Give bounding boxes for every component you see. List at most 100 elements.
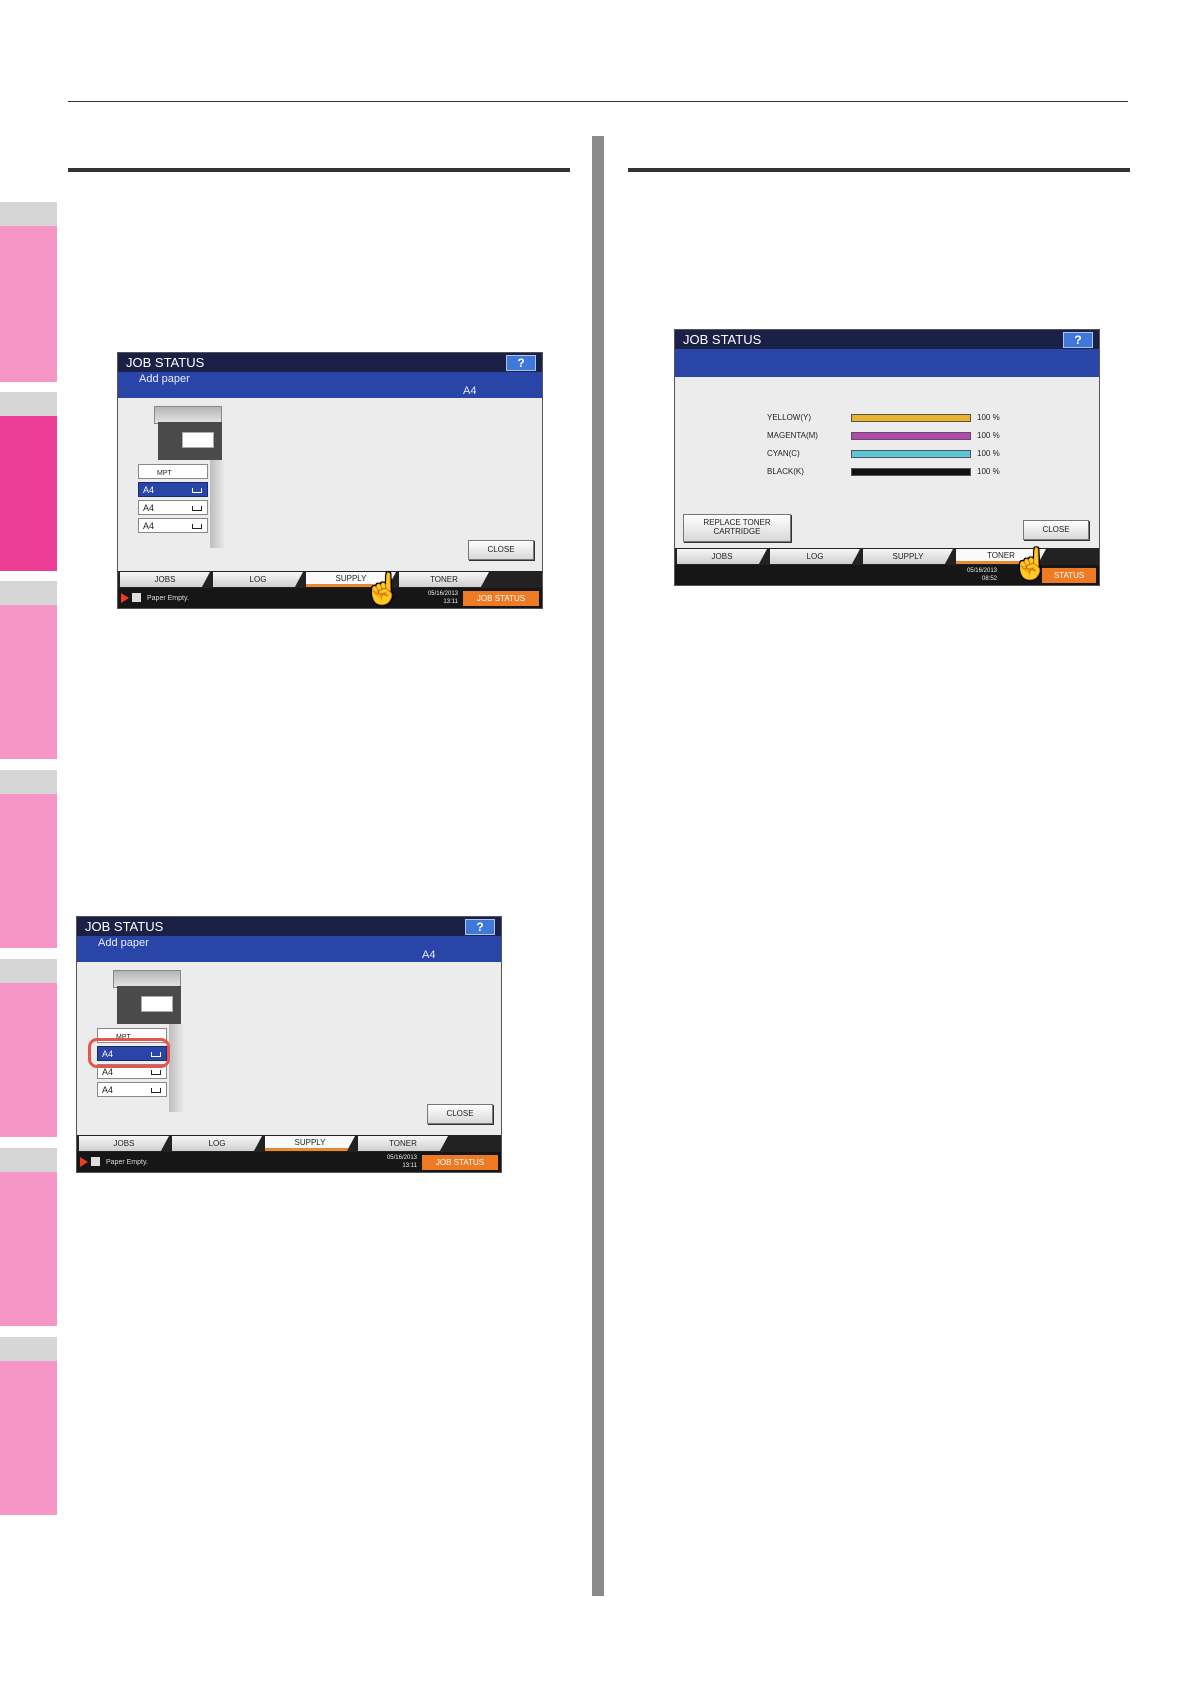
tab-log[interactable]: LOG	[770, 549, 860, 564]
close-button[interactable]: CLOSE	[427, 1104, 493, 1124]
message-text: Add paper	[98, 937, 149, 949]
chapter-tab-3[interactable]	[0, 605, 57, 759]
highlight-ring	[88, 1038, 170, 1068]
tray-mpt[interactable]: MPT	[138, 464, 208, 479]
job-status-button[interactable]: JOB STATUS	[463, 591, 539, 606]
close-button[interactable]: CLOSE	[1023, 520, 1089, 540]
toner-label: BLACK(K)	[767, 467, 804, 476]
chapter-tab-header-4	[0, 770, 57, 794]
job-status-screen-toner: JOB STATUS ? YELLOW(Y) 100 % MAGENTA(M) …	[674, 329, 1100, 586]
tray-icon	[151, 1070, 161, 1075]
time-text: 13:11	[402, 1163, 417, 1169]
control-panel	[182, 432, 214, 448]
tab-bar: JOBS LOG SUPPLY TONER	[77, 1135, 501, 1152]
toner-label: MAGENTA(M)	[767, 431, 818, 440]
toner-level-bar	[851, 414, 971, 422]
close-button[interactable]: CLOSE	[468, 540, 534, 560]
tray-1-label: A4	[143, 485, 155, 495]
date-text: 05/16/2013	[966, 568, 997, 574]
help-button[interactable]: ?	[1063, 332, 1093, 348]
screen-title: JOB STATUS	[118, 353, 542, 372]
printer-side	[169, 1024, 183, 1112]
chapter-tab-header-3	[0, 581, 57, 605]
control-panel	[141, 996, 173, 1012]
job-status-screen-supply: JOB STATUS ? Add paper A4 MPT A4 A4 A4 C…	[117, 352, 543, 609]
chapter-tab-header-1	[0, 202, 57, 226]
right-section-rule	[628, 168, 1130, 172]
screen-body: MPT A4 A4 A4 CLOSE	[77, 962, 501, 1135]
list-icon[interactable]	[132, 593, 141, 602]
alert-icon[interactable]	[121, 593, 129, 603]
chapter-tab-4[interactable]	[0, 794, 57, 948]
chapter-tab-7[interactable]	[0, 1361, 57, 1515]
tab-jobs[interactable]: JOBS	[677, 549, 767, 564]
message-bar: Add paper A4	[77, 936, 501, 962]
date-text: 05/16/2013	[386, 1155, 417, 1161]
message-bar	[675, 349, 1099, 377]
pointing-hand-icon: ☝	[364, 573, 402, 606]
toner-percent: 100 %	[977, 413, 1000, 422]
replace-toner-button[interactable]: REPLACE TONER CARTRIDGE	[683, 514, 791, 542]
toner-percent: 100 %	[977, 449, 1000, 458]
printer-side	[210, 460, 224, 548]
status-bar: Paper Empty. 05/16/2013 13:11 JOB STATUS	[118, 588, 542, 608]
tray-icon	[192, 506, 202, 511]
printer-illustration: MPT A4 A4 A4	[138, 406, 234, 550]
tab-supply[interactable]: SUPPLY	[863, 549, 953, 564]
tray-mpt-label: MPT	[157, 470, 172, 477]
tray-2-label: A4	[143, 503, 155, 513]
chapter-tab-1[interactable]	[0, 226, 57, 382]
tab-jobs[interactable]: JOBS	[79, 1136, 169, 1151]
alert-icon[interactable]	[80, 1157, 88, 1167]
help-button[interactable]: ?	[506, 355, 536, 371]
chapter-tab-5[interactable]	[0, 983, 57, 1137]
screen-body: MPT A4 A4 A4 CLOSE	[118, 398, 542, 571]
tab-jobs[interactable]: JOBS	[120, 572, 210, 587]
replace-toner-label-1: REPLACE TONER	[703, 518, 771, 527]
header-rule	[68, 101, 1128, 102]
pointing-hand-icon: ☝	[1012, 548, 1050, 581]
tab-toner[interactable]: TONER	[399, 572, 489, 587]
toner-label: CYAN(C)	[767, 449, 800, 458]
replace-toner-label-2: CARTRIDGE	[713, 527, 761, 536]
job-status-button[interactable]: JOB STATUS	[422, 1155, 498, 1170]
job-status-button[interactable]: STATUS	[1042, 568, 1096, 583]
toner-percent: 100 %	[977, 467, 1000, 476]
toner-level-bar	[851, 468, 971, 476]
time-text: 08:52	[981, 576, 997, 582]
tray-3[interactable]: A4	[138, 518, 208, 533]
printer-illustration: MPT A4 A4 A4	[88, 970, 193, 1114]
column-divider	[592, 136, 604, 1596]
toner-label: YELLOW(Y)	[767, 413, 812, 422]
tab-log[interactable]: LOG	[213, 572, 303, 587]
chapter-tab-header-6	[0, 1148, 57, 1172]
tray-3[interactable]: A4	[97, 1082, 167, 1097]
status-text: Paper Empty.	[147, 595, 189, 602]
tray-2[interactable]: A4	[138, 500, 208, 515]
tab-supply[interactable]: SUPPLY	[265, 1136, 355, 1151]
tray-icon	[151, 1088, 161, 1093]
tray-icon	[192, 488, 202, 493]
chapter-tab-header-5	[0, 959, 57, 983]
tray-2-label: A4	[102, 1067, 114, 1077]
tray-1-selected[interactable]: A4	[138, 482, 208, 497]
paper-size-text: A4	[463, 385, 477, 397]
list-icon[interactable]	[91, 1157, 100, 1166]
status-text: Paper Empty.	[106, 1159, 148, 1166]
tab-log[interactable]: LOG	[172, 1136, 262, 1151]
date-text: 05/16/2013	[427, 591, 458, 597]
tray-3-label: A4	[102, 1085, 114, 1095]
paper-size-text: A4	[422, 949, 436, 961]
status-bar: Paper Empty. 05/16/2013 13:11 JOB STATUS	[77, 1152, 501, 1172]
help-button[interactable]: ?	[465, 919, 495, 935]
chapter-tab-6[interactable]	[0, 1172, 57, 1326]
time-text: 13:11	[443, 599, 458, 605]
tab-toner[interactable]: TONER	[358, 1136, 448, 1151]
screen-body: YELLOW(Y) 100 % MAGENTA(M) 100 % CYAN(C)…	[675, 377, 1099, 548]
job-status-screen-supply-highlight: JOB STATUS ? Add paper A4 MPT A4 A4 A4 C…	[76, 916, 502, 1173]
message-text: Add paper	[139, 373, 190, 385]
chapter-tab-header-7	[0, 1337, 57, 1361]
chapter-tab-2-active[interactable]	[0, 416, 57, 571]
tray-icon	[192, 524, 202, 529]
message-bar: Add paper A4	[118, 372, 542, 398]
